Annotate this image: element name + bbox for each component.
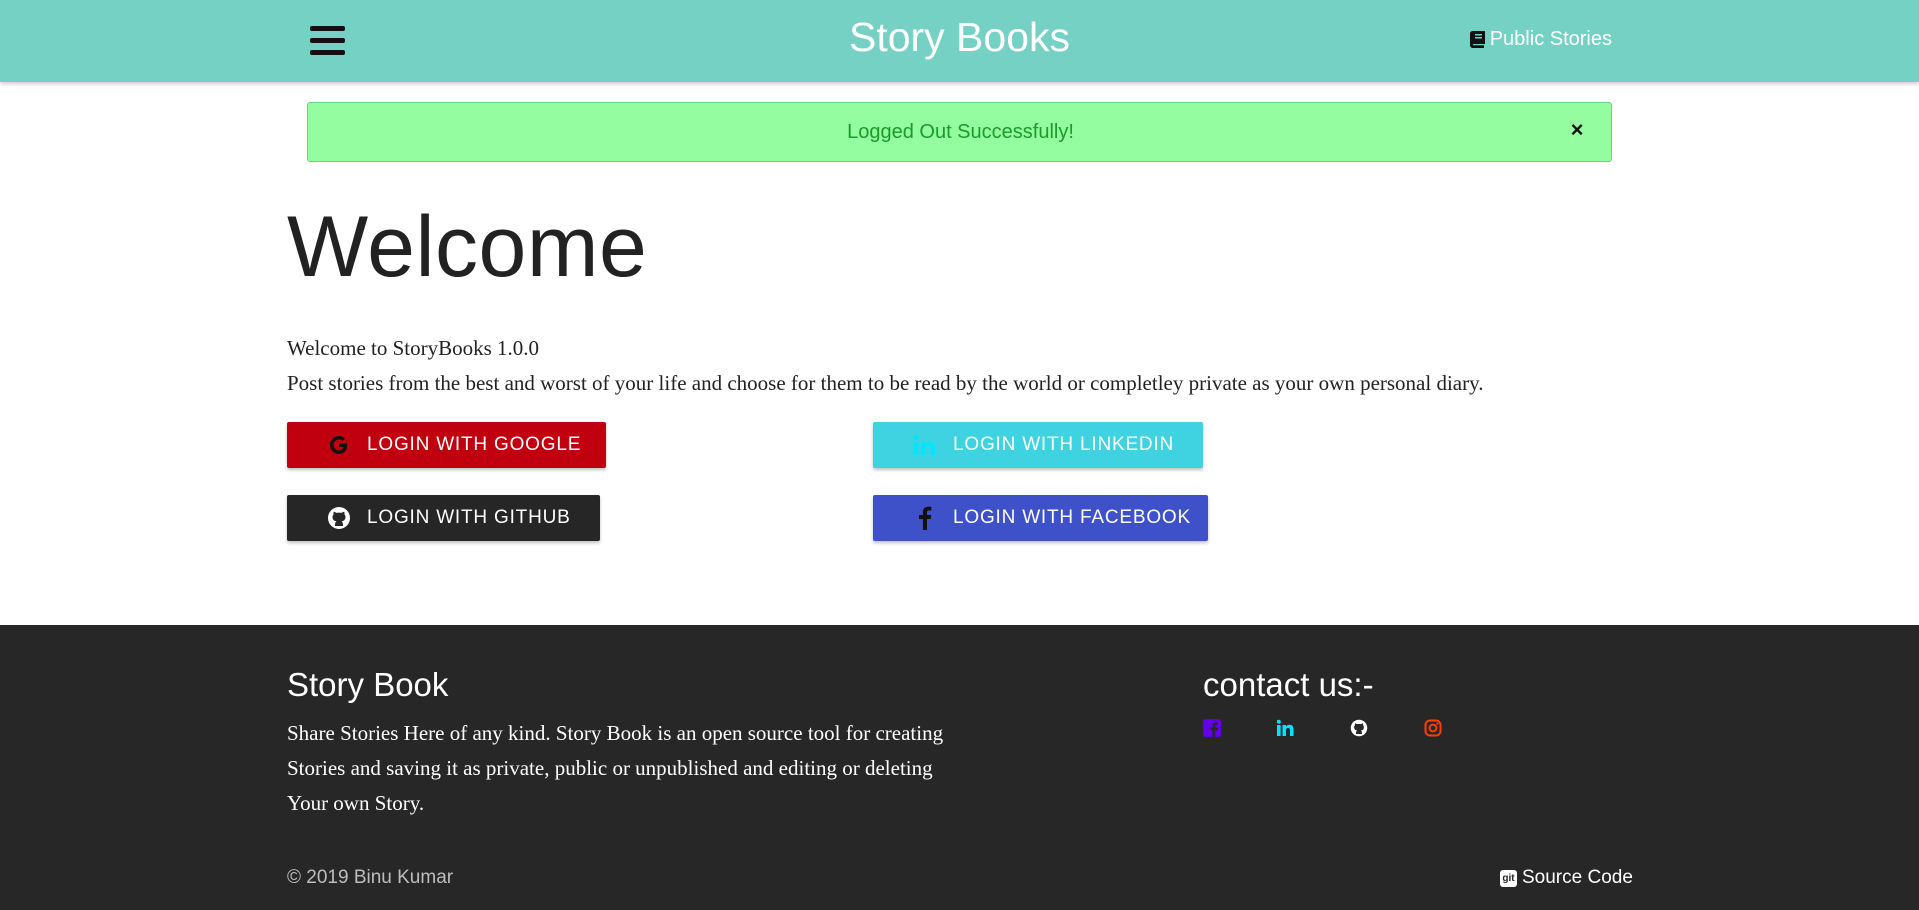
alert-message: Logged Out Successfully! [847, 121, 1074, 143]
copyright-text: © 2019 Binu Kumar [287, 867, 454, 888]
source-code-link[interactable]: git Source Code [1500, 867, 1633, 889]
close-icon[interactable]: × [1567, 119, 1587, 141]
login-linkedin-label: LOGIN WITH LINKEDIN [953, 434, 1175, 455]
login-facebook-label: LOGIN WITH FACEBOOK [953, 507, 1191, 528]
contact-title: contact us:- [1203, 666, 1374, 703]
brand-title[interactable]: Story Books [849, 14, 1070, 61]
description-line: Post stories from the best and worst of … [287, 371, 1484, 395]
linkedin-icon[interactable] [1276, 719, 1296, 739]
login-github-label: LOGIN WITH GITHUB [367, 507, 571, 528]
google-icon [325, 431, 353, 459]
facebook-icon [911, 504, 939, 532]
login-facebook-button[interactable]: LOGIN WITH FACEBOOK [873, 495, 1208, 541]
brand-logo: Story Books [0, 14, 1919, 61]
git-icon: git [1500, 869, 1517, 887]
logout-alert: Logged Out Successfully! × [307, 102, 1612, 162]
footer-title: Story Book [287, 666, 449, 703]
login-linkedin-button[interactable]: LOGIN WITH LINKEDIN [873, 422, 1203, 468]
public-stories-label: Public Stories [1489, 28, 1612, 50]
login-google-label: LOGIN WITH GOOGLE [367, 434, 582, 455]
footer-description: Share Stories Here of any kind. Story Bo… [287, 721, 944, 815]
facebook-square-icon[interactable] [1203, 719, 1223, 739]
public-stories-link[interactable]: Public Stories [1469, 28, 1612, 51]
source-code-label: Source Code [1522, 867, 1633, 888]
intro-text: Welcome to StoryBooks 1.0.0 Post stories… [287, 331, 1484, 401]
page-title: Welcome [287, 199, 648, 295]
book-icon [1469, 31, 1485, 48]
login-github-button[interactable]: LOGIN WITH GITHUB [287, 495, 600, 541]
github-icon[interactable] [1350, 719, 1370, 739]
navbar: Story Books Public Stories [0, 0, 1919, 82]
github-icon [325, 504, 353, 532]
instagram-icon[interactable] [1424, 719, 1444, 739]
linkedin-icon [911, 431, 939, 459]
footer: Story Book Share Stories Here of any kin… [0, 625, 1919, 910]
login-google-button[interactable]: LOGIN WITH GOOGLE [287, 422, 606, 468]
version-line: Welcome to StoryBooks 1.0.0 [287, 336, 540, 360]
